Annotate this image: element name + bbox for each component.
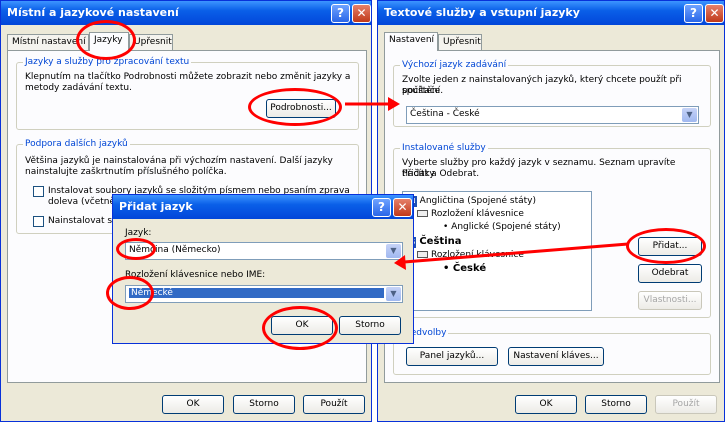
help-button[interactable]: ? <box>372 198 391 217</box>
help-button[interactable]: ? <box>684 4 703 23</box>
properties-button[interactable]: Vlastnosti... <box>638 291 702 310</box>
default-language-group: Výchozí jazyk zadávání Zvolte jeden z na… <box>393 60 711 127</box>
keyboard-layout-value: Německé <box>129 288 384 298</box>
settings-panel: Výchozí jazyk zadávání Zvolte jeden z na… <box>384 50 720 383</box>
tree-english-layout[interactable]: • Anglické (Spojené státy) <box>443 222 561 233</box>
installed-services-tree[interactable]: ENAngličtina (Spojené státy) Rozložení k… <box>402 191 592 311</box>
preferences-group: Předvolby Panel jazyků... Nastavení kláv… <box>393 328 711 375</box>
regional-settings-titlebar: Místní a jazykové nastavení <box>1 1 371 25</box>
annotation-circle-details-button <box>248 88 342 126</box>
keyboard-icon <box>417 210 428 217</box>
bullet-icon: • <box>443 263 453 274</box>
remove-button[interactable]: Odebrat <box>638 264 702 283</box>
annotation-circle-add-button <box>626 228 706 264</box>
default-language-desc-2: počítače. <box>402 86 444 96</box>
text-services-desc-2: metody zadávání textu. <box>25 83 132 93</box>
chevron-down-icon[interactable]: ▼ <box>386 244 401 258</box>
tab-settings[interactable]: Nastavení <box>384 32 438 51</box>
annotation-circle-dialog-ok <box>262 306 338 350</box>
window-title: Místní a jazykové nastavení <box>7 6 179 19</box>
left-apply-button[interactable]: Použít <box>303 395 365 414</box>
right-ok-button[interactable]: OK <box>515 395 577 414</box>
east-asian-checkbox[interactable] <box>33 216 44 227</box>
additional-languages-desc-1: Většina jazyků je nainstalována při vých… <box>25 156 333 166</box>
tab-advanced[interactable]: Upřesnit <box>438 34 482 51</box>
tree-czech-layout-group: Rozložení klávesnice <box>417 250 524 261</box>
tree-english-layout-group: Rozložení klávesnice <box>417 209 524 220</box>
key-settings-button[interactable]: Nastavení kláves... <box>508 347 604 366</box>
text-services-window: Textové služby a vstupní jazyky ? ✕ Nast… <box>377 0 725 422</box>
default-language-desc-1: Zvolte jeden z nainstalovaných jazyků, k… <box>402 75 682 96</box>
default-language-value: Čeština - České <box>410 109 480 119</box>
right-apply-button[interactable]: Použít <box>655 395 717 414</box>
close-button[interactable]: ✕ <box>352 4 371 23</box>
complex-script-checkbox[interactable] <box>33 186 44 197</box>
additional-languages-group-label: Podpora dalších jazyků <box>23 139 130 149</box>
complex-script-label-2: doleva (včetně t <box>48 197 122 207</box>
text-services-desc-1: Klepnutím na tlačítko Podrobnosti můžete… <box>25 72 351 82</box>
help-button[interactable]: ? <box>331 4 350 23</box>
tree-lang-english[interactable]: ENAngličtina (Spojené státy) <box>405 196 536 207</box>
chevron-down-icon[interactable]: ▼ <box>682 108 697 122</box>
dialog-title: Přidat jazyk <box>119 200 193 213</box>
text-services-titlebar: Textové služby a vstupní jazyky <box>378 1 724 25</box>
language-bar-button[interactable]: Panel jazyků... <box>406 347 498 366</box>
installed-services-desc-2: Přidat a Odebrat. <box>402 169 480 179</box>
left-ok-button[interactable]: OK <box>162 395 224 414</box>
left-cancel-button[interactable]: Storno <box>233 395 295 414</box>
tree-czech-layout[interactable]: • České <box>443 263 486 274</box>
language-select[interactable]: Němčina (Německo) ▼ <box>125 242 403 260</box>
annotation-circle-language-select <box>116 238 156 260</box>
default-language-select[interactable]: Čeština - České ▼ <box>406 106 699 124</box>
annotation-circle-keyboard-select <box>106 276 154 310</box>
close-button[interactable]: ✕ <box>705 4 724 23</box>
default-language-group-label: Výchozí jazyk zadávání <box>400 60 509 70</box>
installed-services-group-label: Instalované služby <box>400 143 488 153</box>
keyboard-icon <box>417 251 428 258</box>
keyboard-layout-select[interactable]: Německé ▼ <box>125 285 403 303</box>
annotation-circle-languages-tab <box>76 20 136 60</box>
right-cancel-button[interactable]: Storno <box>585 395 647 414</box>
add-language-titlebar: Přidat jazyk <box>113 195 413 219</box>
window-title: Textové služby a vstupní jazyky <box>384 6 580 19</box>
chevron-down-icon[interactable]: ▼ <box>386 287 401 301</box>
close-button[interactable]: ✕ <box>393 198 412 217</box>
dialog-cancel-button[interactable]: Storno <box>339 316 401 335</box>
bullet-icon: • <box>443 222 452 232</box>
additional-languages-desc-2: nainstalujte zaškrtnutím příslušného pol… <box>25 167 227 177</box>
